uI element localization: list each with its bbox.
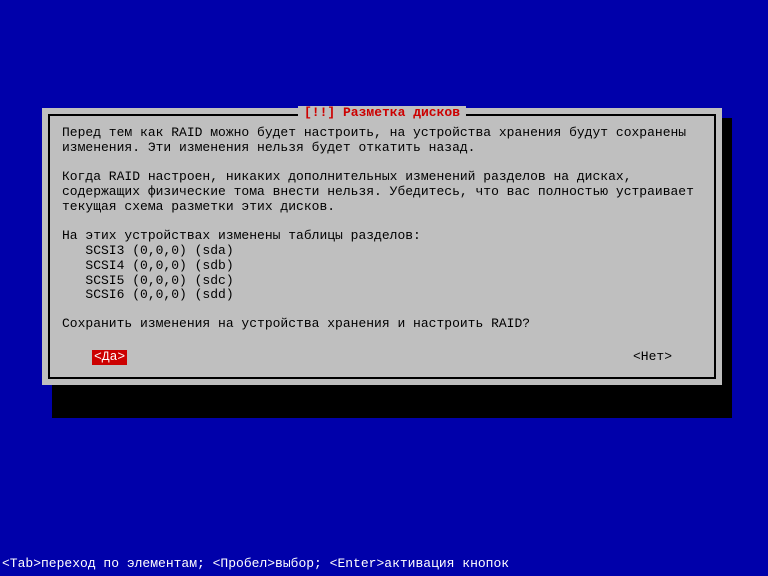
device-item: SCSI6 (0,0,0) (sdd) [85,287,233,302]
dialog: [!!] Разметка дисков Перед тем как RAID … [42,108,722,385]
device-item: SCSI4 (0,0,0) (sdb) [85,258,233,273]
device-item: SCSI3 (0,0,0) (sda) [85,243,233,258]
changed-devices-label: На этих устройствах изменены таблицы раз… [62,228,421,243]
dialog-frame: [!!] Разметка дисков Перед тем как RAID … [48,114,716,379]
changed-devices-block: На этих устройствах изменены таблицы раз… [62,229,702,304]
footer-help: <Tab>переход по элементам; <Пробел>выбор… [2,557,509,572]
button-row: <Да> <Нет> [62,346,702,371]
no-button[interactable]: <Нет> [633,350,672,365]
confirm-question: Сохранить изменения на устройства хранен… [62,317,702,332]
warning-para-2: Когда RAID настроен, никаких дополнитель… [62,170,702,215]
warning-para-1: Перед тем как RAID можно будет настроить… [62,126,702,156]
device-item: SCSI5 (0,0,0) (sdc) [85,273,233,288]
yes-button[interactable]: <Да> [92,350,127,365]
dialog-title: [!!] Разметка дисков [298,106,466,121]
